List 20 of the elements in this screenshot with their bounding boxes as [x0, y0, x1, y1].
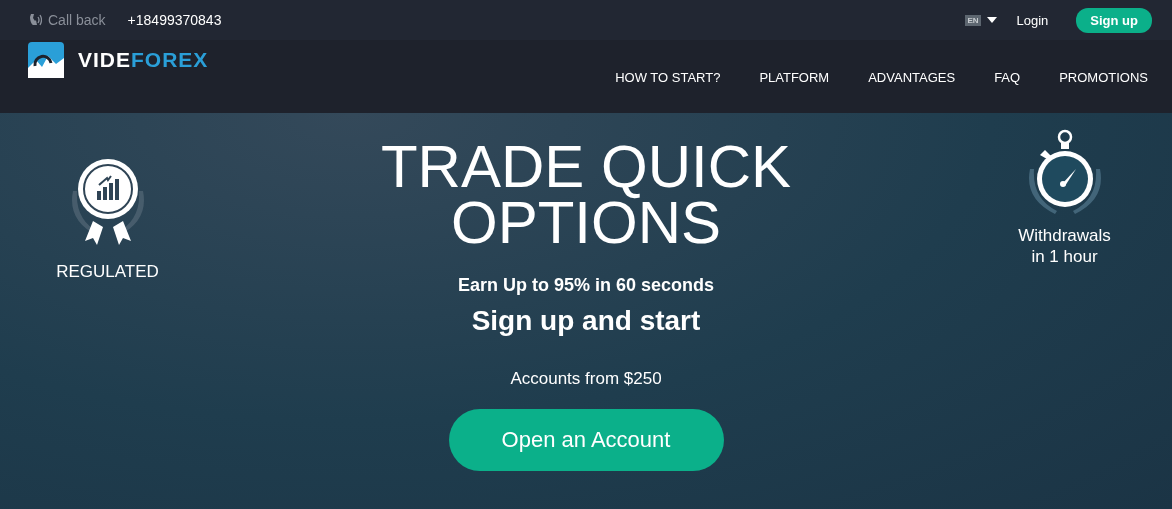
- language-selector[interactable]: EN: [965, 14, 981, 26]
- logo-text: FOREX: [131, 48, 209, 72]
- phone-icon: [28, 13, 42, 27]
- nav-link[interactable]: FAQ: [994, 70, 1021, 85]
- cta-heading: Sign up and start: [471, 305, 701, 337]
- callback-link[interactable]: Call back: [48, 12, 106, 28]
- accounts-text: Accounts from $250: [510, 369, 662, 389]
- badge-label: REGULATED: [56, 261, 159, 282]
- login-link[interactable]: Login: [1016, 12, 1049, 28]
- badge-label: Withdrawals in 1 hour: [1017, 225, 1112, 267]
- nav-link[interactable]: ADVANTAGES: [868, 70, 956, 85]
- nav-link[interactable]: HOW TO START?: [615, 70, 721, 85]
- hero-title: TRADE QUICK OPTIONS: [379, 139, 792, 251]
- nav-link[interactable]: PLATFORM: [759, 70, 830, 85]
- logo-text: VIDE: [78, 48, 131, 72]
- hero-subtitle: Earn Up to 95% in 60 seconds: [457, 275, 715, 296]
- phone-number: +18499370843: [127, 12, 222, 28]
- caret-icon[interactable]: [986, 17, 997, 23]
- nav-link[interactable]: PROMOTIONS: [1059, 70, 1148, 85]
- logo-icon[interactable]: [28, 42, 64, 78]
